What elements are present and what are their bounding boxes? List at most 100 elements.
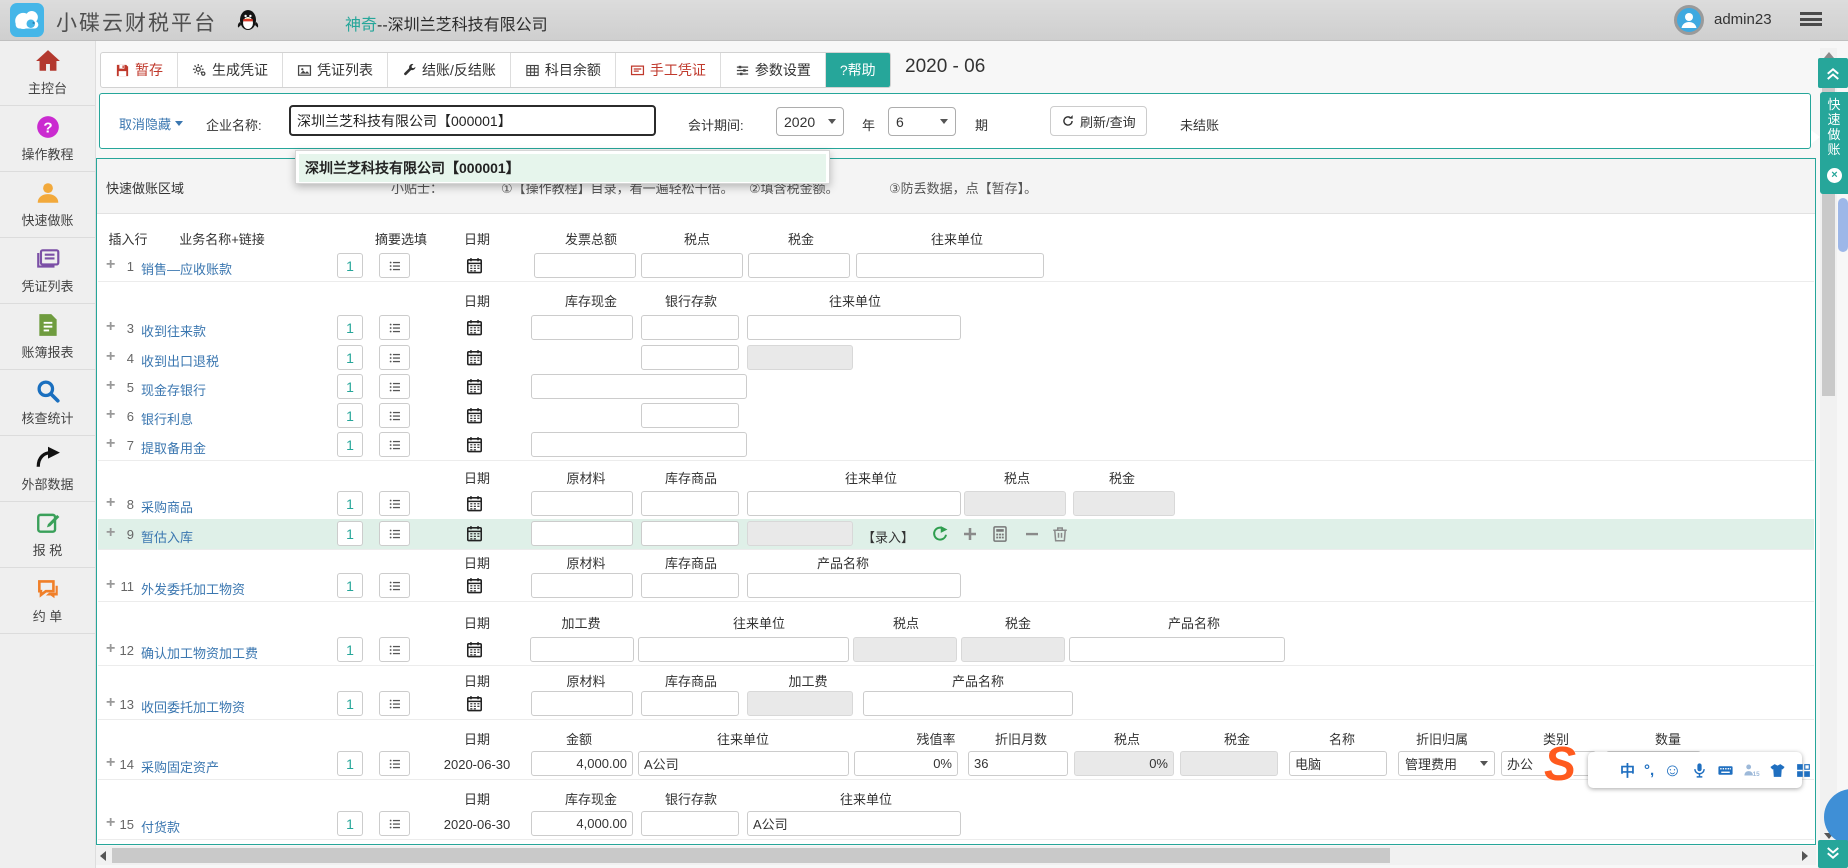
summary-list-button[interactable] bbox=[379, 751, 410, 776]
sidebar-item-quick-accounting[interactable]: 快速做账 bbox=[0, 172, 95, 238]
business-link[interactable]: 采购商品 bbox=[141, 497, 193, 516]
input-field[interactable] bbox=[641, 521, 739, 546]
count-box[interactable]: 1 bbox=[337, 491, 363, 516]
browser-scrollbar-thumb[interactable] bbox=[1838, 198, 1848, 252]
input-field[interactable] bbox=[747, 844, 961, 845]
count-box[interactable]: 1 bbox=[337, 374, 363, 399]
business-link[interactable]: 采购固定资产 bbox=[141, 757, 219, 776]
input-field[interactable] bbox=[530, 637, 634, 662]
input-field[interactable] bbox=[747, 811, 961, 836]
sidebar-item-orders[interactable]: 约 单 bbox=[0, 568, 95, 634]
input-field[interactable] bbox=[641, 811, 739, 836]
voucher-list-button[interactable]: 凭证列表 bbox=[283, 53, 388, 87]
count-box[interactable]: 1 bbox=[337, 403, 363, 428]
input-field[interactable] bbox=[531, 491, 633, 516]
count-box[interactable]: 1 bbox=[337, 811, 363, 836]
sidebar-item-external-data[interactable]: 外部数据 bbox=[0, 436, 95, 502]
business-link[interactable]: 付货款 bbox=[141, 817, 180, 836]
input-field[interactable] bbox=[1069, 637, 1285, 662]
calendar-icon[interactable] bbox=[466, 695, 483, 712]
input-field[interactable] bbox=[641, 691, 739, 716]
minus-icon[interactable] bbox=[1023, 525, 1041, 543]
refresh-query-button[interactable]: 刷新/查询 bbox=[1050, 106, 1147, 136]
calendar-icon[interactable] bbox=[466, 641, 483, 658]
microphone-icon[interactable] bbox=[1691, 762, 1708, 779]
input-field[interactable] bbox=[863, 691, 1073, 716]
business-link[interactable]: 收到往来款 bbox=[141, 321, 206, 340]
summary-list-button[interactable] bbox=[379, 844, 410, 845]
calendar-icon[interactable] bbox=[466, 349, 483, 366]
input-field[interactable] bbox=[747, 491, 961, 516]
input-field[interactable] bbox=[638, 751, 849, 776]
suggestion-item[interactable]: 深圳兰芝科技有限公司【000001】 bbox=[299, 154, 826, 182]
summary-list-button[interactable] bbox=[379, 691, 410, 716]
business-link[interactable]: 确认加工物资加工费 bbox=[141, 643, 258, 662]
business-link[interactable]: 提取备用金 bbox=[141, 438, 206, 457]
sidebar-item-ledger-reports[interactable]: 账簿报表 bbox=[0, 304, 95, 370]
plus-icon[interactable] bbox=[961, 525, 979, 543]
scroll-left-icon[interactable] bbox=[96, 846, 110, 865]
summary-list-button[interactable] bbox=[379, 491, 410, 516]
summary-list-button[interactable] bbox=[379, 345, 410, 370]
input-field[interactable] bbox=[531, 521, 633, 546]
avatar[interactable] bbox=[1674, 5, 1704, 35]
calendar-icon[interactable] bbox=[466, 257, 483, 274]
input-field[interactable] bbox=[531, 751, 633, 776]
count-box[interactable]: 1 bbox=[337, 521, 363, 546]
business-link[interactable]: 暂估入库 bbox=[141, 527, 193, 546]
input-field[interactable] bbox=[531, 811, 633, 836]
emoji-icon[interactable]: ☺ bbox=[1663, 760, 1681, 781]
input-field[interactable] bbox=[1289, 751, 1387, 776]
close-icon[interactable]: × bbox=[1827, 168, 1842, 183]
count-box[interactable]: 1 bbox=[337, 345, 363, 370]
cancel-hide-link[interactable]: 取消隐藏 bbox=[119, 114, 183, 133]
menu-icon[interactable] bbox=[1800, 12, 1822, 28]
input-field[interactable] bbox=[854, 751, 958, 776]
input-field[interactable] bbox=[531, 432, 747, 457]
account-balance-button[interactable]: 科目余额 bbox=[511, 53, 616, 87]
input-field[interactable] bbox=[641, 253, 743, 278]
horizontal-scrollbar-thumb[interactable] bbox=[112, 848, 1390, 863]
calendar-icon[interactable] bbox=[466, 577, 483, 594]
closing-button[interactable]: 结账/反结账 bbox=[388, 53, 511, 87]
share-icon[interactable] bbox=[931, 525, 949, 543]
summary-list-button[interactable] bbox=[379, 637, 410, 662]
keyboard-icon[interactable] bbox=[1717, 762, 1734, 779]
sidebar-item-dashboard[interactable]: 主控台 bbox=[0, 40, 95, 106]
level-person-icon[interactable]: 15 bbox=[1743, 762, 1760, 779]
input-field[interactable] bbox=[641, 844, 739, 845]
sidebar-item-tutorial[interactable]: ?操作教程 bbox=[0, 106, 95, 172]
calendar-icon[interactable] bbox=[466, 319, 483, 336]
scroll-right-icon[interactable] bbox=[1798, 846, 1812, 865]
expand-panel-button[interactable] bbox=[1818, 840, 1848, 868]
skin-shirt-icon[interactable] bbox=[1769, 762, 1786, 779]
input-field[interactable] bbox=[747, 573, 961, 598]
count-box[interactable]: 1 bbox=[337, 637, 363, 662]
input-field[interactable] bbox=[641, 315, 739, 340]
qq-penguin-icon[interactable] bbox=[236, 8, 260, 32]
calendar-icon[interactable] bbox=[466, 495, 483, 512]
company-input[interactable] bbox=[289, 105, 656, 136]
sogou-logo-icon[interactable]: S bbox=[1544, 738, 1576, 792]
sidebar-item-voucher-list[interactable]: 凭证列表 bbox=[0, 238, 95, 304]
business-link[interactable]: 销售—应收账款 bbox=[141, 259, 232, 278]
count-box[interactable]: 1 bbox=[337, 432, 363, 457]
input-field[interactable] bbox=[748, 253, 850, 278]
ime-punctuation-toggle[interactable]: °, bbox=[1644, 762, 1654, 779]
business-link[interactable]: 现金存银行 bbox=[141, 380, 206, 399]
save-draft-button[interactable]: 暂存 bbox=[101, 53, 178, 87]
count-box[interactable]: 1 bbox=[337, 751, 363, 776]
input-field[interactable] bbox=[641, 345, 739, 370]
ime-language-toggle[interactable]: 中 bbox=[1620, 760, 1635, 781]
quick-accounting-side-tab[interactable]: 快 速 做 账 × bbox=[1820, 92, 1848, 194]
input-field[interactable] bbox=[531, 374, 747, 399]
calendar-icon[interactable] bbox=[466, 407, 483, 424]
summary-list-button[interactable] bbox=[379, 253, 410, 278]
count-box[interactable]: 1 bbox=[337, 253, 363, 278]
calendar-icon[interactable] bbox=[466, 525, 483, 542]
count-box[interactable]: 1 bbox=[337, 573, 363, 598]
summary-list-button[interactable] bbox=[379, 315, 410, 340]
sidebar-item-tax-filing[interactable]: 报 税 bbox=[0, 502, 95, 568]
collapse-panel-button[interactable] bbox=[1818, 58, 1848, 88]
input-field[interactable] bbox=[641, 573, 739, 598]
